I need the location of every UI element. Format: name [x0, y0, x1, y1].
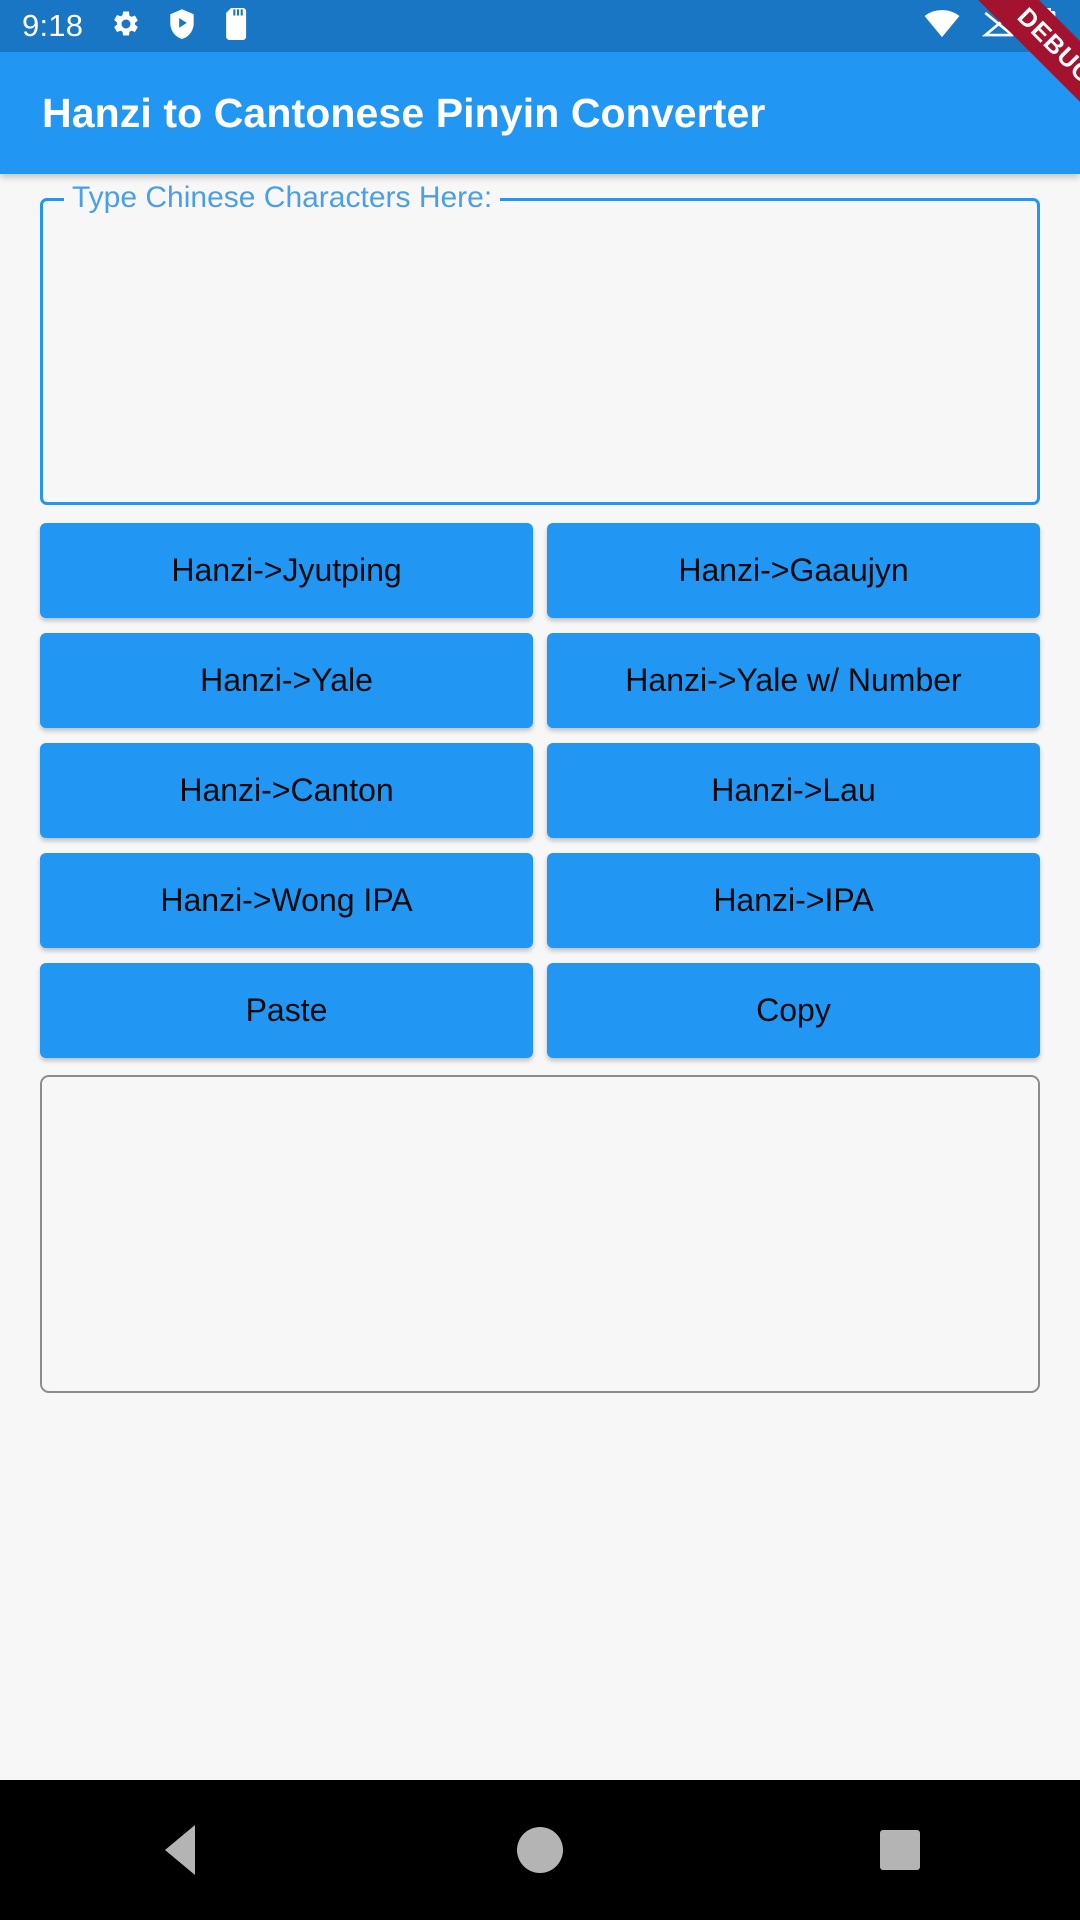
hanzi-to-gaaujyn-button[interactable]: Hanzi->Gaaujyn: [547, 523, 1040, 618]
android-navigation-bar: [0, 1780, 1080, 1920]
hanzi-to-ipa-button[interactable]: Hanzi->IPA: [547, 853, 1040, 948]
page-title: Hanzi to Cantonese Pinyin Converter: [42, 89, 766, 136]
hanzi-input-textarea[interactable]: [43, 201, 1037, 502]
button-row: Hanzi->Canton Hanzi->Lau: [40, 743, 1040, 838]
status-bar-clock: 9:18: [22, 8, 84, 43]
status-bar: 9:18: [0, 0, 1080, 52]
main-content: Type Chinese Characters Here: Hanzi->Jyu…: [0, 174, 1080, 1780]
nav-recents-button[interactable]: [820, 1780, 980, 1920]
recents-icon: [880, 1830, 920, 1870]
hanzi-to-canton-button[interactable]: Hanzi->Canton: [40, 743, 533, 838]
sd-card-icon: [223, 7, 250, 45]
nav-back-button[interactable]: [100, 1780, 260, 1920]
app-bar: Hanzi to Cantonese Pinyin Converter: [0, 52, 1080, 174]
button-row: Hanzi->Jyutping Hanzi->Gaaujyn: [40, 523, 1040, 618]
paste-button[interactable]: Paste: [40, 963, 533, 1058]
hanzi-to-jyutping-button[interactable]: Hanzi->Jyutping: [40, 523, 533, 618]
hanzi-input-field[interactable]: Type Chinese Characters Here:: [40, 183, 1040, 505]
home-icon: [517, 1827, 563, 1873]
conversion-buttons-grid: Hanzi->Jyutping Hanzi->Gaaujyn Hanzi->Ya…: [40, 523, 1040, 1058]
wifi-icon: [924, 9, 960, 43]
gear-icon: [111, 9, 141, 44]
output-result-text: [42, 1077, 1038, 1121]
signal-off-icon: [981, 9, 1016, 43]
hanzi-to-yale-with-number-button[interactable]: Hanzi->Yale w/ Number: [547, 633, 1040, 728]
hanzi-to-yale-button[interactable]: Hanzi->Yale: [40, 633, 533, 728]
back-icon: [165, 1825, 195, 1875]
copy-button[interactable]: Copy: [547, 963, 1040, 1058]
button-row: Hanzi->Yale Hanzi->Yale w/ Number: [40, 633, 1040, 728]
app-root: 9:18 Hanzi to Cantonese Pinyin Converter…: [0, 0, 1080, 1920]
shield-play-icon: [167, 8, 197, 45]
hanzi-to-lau-button[interactable]: Hanzi->Lau: [547, 743, 1040, 838]
nav-home-button[interactable]: [460, 1780, 620, 1920]
output-result-box[interactable]: [40, 1075, 1040, 1393]
button-row: Paste Copy: [40, 963, 1040, 1058]
status-bar-system-icons: [924, 7, 1058, 45]
hanzi-to-wong-ipa-button[interactable]: Hanzi->Wong IPA: [40, 853, 533, 948]
status-bar-notification-icons: [111, 7, 250, 45]
button-row: Hanzi->Wong IPA Hanzi->IPA: [40, 853, 1040, 948]
battery-icon: [1038, 7, 1058, 45]
